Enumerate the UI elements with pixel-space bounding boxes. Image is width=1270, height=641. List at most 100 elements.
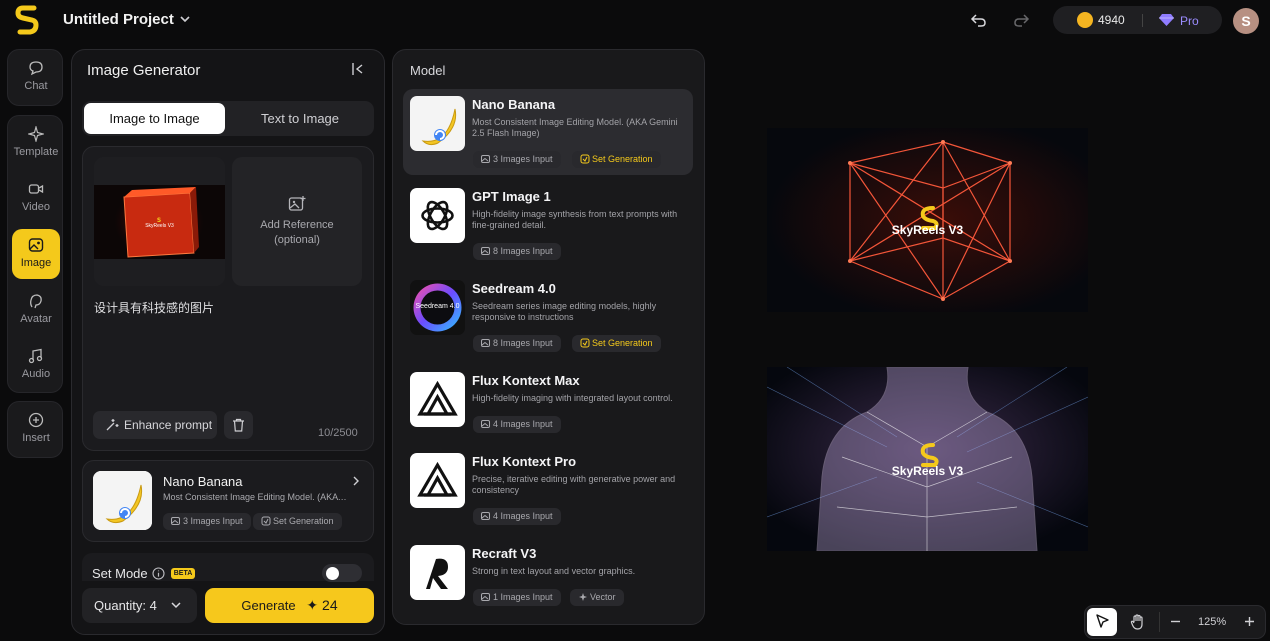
seedream-thumb-label: Seedream 4.0 — [415, 303, 460, 310]
model-description: Strong in text layout and vector graphic… — [472, 566, 636, 576]
flux-triangle-icon — [417, 461, 458, 497]
collapse-panel-icon[interactable] — [351, 62, 365, 76]
chevron-right-icon[interactable] — [350, 475, 362, 487]
add-reference-label: Add Reference — [260, 219, 334, 231]
add-reference-optional: (optional) — [274, 234, 320, 246]
rail-item-chat[interactable]: Chat — [12, 52, 60, 102]
select-tool-button[interactable] — [1087, 608, 1117, 636]
zoom-in-icon[interactable] — [1243, 615, 1256, 628]
hand-icon[interactable] — [1130, 614, 1145, 630]
model-panel-title: Model — [410, 63, 446, 78]
rail-label-chat: Chat — [24, 80, 48, 92]
rail-group-chat: Chat — [7, 49, 63, 106]
flux-logo-icon — [410, 453, 465, 508]
tab-text-to-image[interactable]: Text to Image — [228, 103, 372, 134]
images-icon — [171, 517, 180, 525]
set-generation-icon — [261, 516, 271, 526]
openai-knot-icon — [421, 200, 454, 231]
recraft-r-icon — [426, 558, 448, 589]
rail-item-video[interactable]: Video — [12, 173, 60, 223]
model-name: Flux Kontext Pro — [472, 454, 577, 469]
model-name: Flux Kontext Max — [472, 373, 580, 388]
rail-group-create: Template Video Image Avatar Audio — [7, 115, 63, 393]
chip-label: Vector — [590, 592, 616, 602]
toggle-knob — [326, 567, 339, 580]
chevron-down-icon — [171, 602, 181, 609]
generate-label: Generate — [241, 598, 296, 613]
rail-group-insert: Insert — [7, 401, 63, 458]
tab-image-to-image[interactable]: Image to Image — [84, 103, 225, 134]
rail-label-insert: Insert — [22, 432, 50, 444]
canvas-image-label: SkyReels V3 — [891, 223, 964, 237]
model-item-nano-banana[interactable]: Nano Banana Most Consistent Image Editin… — [403, 89, 693, 175]
magic-wand-icon — [106, 419, 119, 431]
chip-set-generation: Set Generation — [572, 151, 661, 168]
video-icon — [28, 184, 44, 194]
chip-label: 4 Images Input — [493, 419, 553, 429]
openai-logo-icon — [410, 188, 465, 243]
rail-label-video: Video — [22, 201, 50, 213]
model-item-seedream-4[interactable]: Seedream 4.0 Seedream 4.0 Seedream serie… — [403, 273, 693, 359]
reference-image-art: S — [94, 157, 225, 286]
sparkle-icon — [579, 593, 587, 601]
model-description: Most Consistent Image Editing Model. (AK… — [472, 117, 678, 138]
music-note-icon — [28, 348, 43, 364]
divider — [1142, 14, 1143, 27]
chip-set-generation: Set Generation — [253, 513, 342, 530]
redo-icon[interactable] — [1012, 11, 1030, 29]
flux-logo-icon — [410, 372, 465, 427]
user-avatar[interactable]: S — [1233, 8, 1259, 34]
chip-label: 3 Images Input — [183, 516, 243, 526]
credit-amount: 4940 — [1098, 13, 1125, 27]
chip-images-input: 1 Images Input — [473, 589, 561, 606]
model-item-flux-kontext-max[interactable]: Flux Kontext Max High-fidelity imaging w… — [403, 365, 693, 445]
zoom-level[interactable]: 125% — [1198, 616, 1226, 628]
chip-images-input: 3 Images Input — [473, 151, 561, 168]
rail-item-audio[interactable]: Audio — [12, 340, 60, 390]
model-item-gpt-image-1[interactable]: GPT Image 1 High-fidelity image synthesi… — [403, 181, 693, 267]
rail-item-template[interactable]: Template — [12, 118, 60, 168]
project-title[interactable]: Untitled Project — [63, 11, 174, 28]
model-item-recraft-v3[interactable]: Recraft V3 Strong in text layout and vec… — [403, 538, 693, 624]
banana-icon — [421, 108, 457, 146]
rail-item-image[interactable]: Image — [12, 229, 60, 279]
set-generation-icon — [580, 338, 590, 348]
zoom-out-icon[interactable] — [1169, 615, 1182, 628]
prompt-input[interactable]: 设计具有科技感的图片 — [94, 299, 214, 316]
model-name: Recraft V3 — [472, 546, 537, 561]
images-icon — [481, 155, 490, 163]
plan-label[interactable]: Pro — [1180, 14, 1199, 28]
images-icon — [481, 593, 490, 601]
image-icon — [28, 238, 44, 252]
reference-image-label: SkyReels V3 — [145, 223, 174, 229]
chip-images-input: 8 Images Input — [473, 335, 561, 352]
model-item-flux-kontext-pro[interactable]: Flux Kontext Pro Precise, iterative edit… — [403, 446, 693, 532]
rail-item-avatar[interactable]: Avatar — [12, 285, 60, 335]
generate-button[interactable]: Generate ✦ 24 — [205, 588, 374, 623]
chip-label: Set Generation — [273, 516, 334, 526]
canvas-image-label: SkyReels V3 — [891, 464, 964, 478]
model-description: High-fidelity imaging with integrated la… — [472, 393, 673, 403]
undo-icon[interactable] — [970, 11, 988, 29]
info-icon[interactable] — [152, 567, 165, 580]
reference-image[interactable]: S SkyReels V3 — [94, 157, 225, 286]
chip-set-generation: Set Generation — [572, 335, 661, 352]
add-reference-button[interactable]: Add Reference (optional) — [232, 157, 362, 286]
model-description: Precise, iterative editing with generati… — [472, 474, 676, 495]
nano-banana-thumbnail — [410, 96, 465, 151]
app-logo-icon[interactable] — [14, 5, 42, 35]
rail-item-insert[interactable]: Insert — [12, 404, 60, 454]
canvas-image-body[interactable]: SkyReels V3 — [767, 367, 1088, 551]
chevron-down-icon[interactable] — [178, 12, 192, 26]
model-description: Seedream series image editing models, hi… — [472, 301, 657, 322]
body-render — [767, 367, 1088, 551]
images-icon — [481, 512, 490, 520]
avatar-icon — [30, 294, 42, 309]
plus-circle-icon — [28, 412, 44, 428]
chip-label: Set Generation — [592, 154, 653, 164]
chip-vector: Vector — [570, 589, 624, 606]
beta-badge: BETA — [171, 568, 195, 579]
seedream-thumbnail: Seedream 4.0 — [410, 280, 465, 335]
canvas-image-cube[interactable]: SkyReels V3 — [767, 128, 1088, 312]
chip-label: 1 Images Input — [493, 592, 553, 602]
